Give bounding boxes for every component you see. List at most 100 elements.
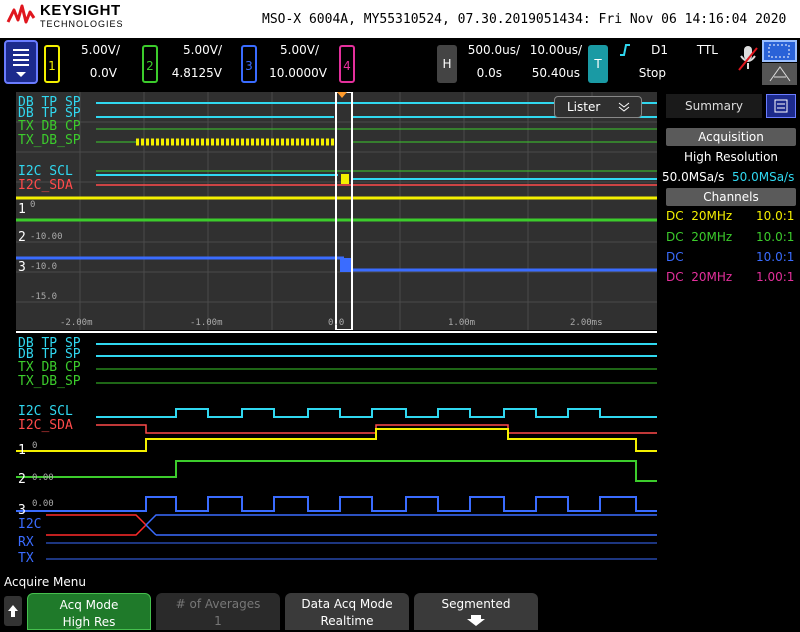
lower-ch2-label: 2 bbox=[18, 472, 26, 487]
trigger-level: TTL bbox=[696, 43, 718, 57]
brand-name: KEYSIGHT bbox=[40, 2, 121, 19]
data-acq-mode-softkey[interactable]: Data Acq Mode Realtime bbox=[285, 593, 409, 630]
ch2-probe: 10.0:1 bbox=[756, 230, 795, 244]
upper-y-tick-0: 0 bbox=[30, 200, 36, 210]
lower-serial-tx-label: TX bbox=[18, 551, 34, 566]
chevron-down-icon bbox=[618, 102, 630, 112]
ch1-coupling: DC bbox=[666, 209, 684, 223]
sample-rate-1: 50.0MSa/s bbox=[662, 170, 725, 184]
sample-interval: 10.00us/ bbox=[529, 43, 582, 57]
horizontal-scale: 500.0us/ bbox=[467, 43, 520, 57]
arrow-down-icon bbox=[467, 615, 485, 626]
lower-scl-text: I2C SCL bbox=[18, 404, 73, 419]
ch2-row: DC 20MHz bbox=[666, 230, 732, 244]
acquisition-mode: High Resolution bbox=[683, 150, 779, 164]
horizontal-key: H bbox=[442, 57, 452, 71]
lower-y-tick-2: 0.00 bbox=[32, 499, 54, 509]
ch2-coupling: DC bbox=[666, 230, 684, 244]
sample-rate-2: 50.0MSa/s bbox=[732, 170, 795, 184]
left-label-strip bbox=[0, 92, 15, 570]
ch4-row: DC 20MHz bbox=[666, 270, 732, 284]
lower-y-tick-1: 0.00 bbox=[32, 473, 54, 483]
main-waveform-area[interactable]: DB TP SP DB TP SP TX DB CP TX_DB_SP I2C … bbox=[16, 91, 657, 331]
segmented-label: Segmented bbox=[441, 597, 511, 611]
time-reference: 50.40us bbox=[531, 66, 580, 80]
acquire-menu-title: Acquire Menu bbox=[4, 575, 86, 589]
lower-i2c-sda-label: I2C_SDA bbox=[18, 418, 73, 433]
trigger-mode: Stop bbox=[638, 66, 666, 80]
main-menu-button[interactable] bbox=[4, 40, 38, 84]
upper-waveforms bbox=[16, 91, 657, 331]
list-icon bbox=[774, 99, 788, 113]
back-button[interactable] bbox=[4, 596, 22, 626]
upper-sda-text: I2C_SDA bbox=[18, 178, 73, 193]
zoom-box-button[interactable] bbox=[762, 40, 797, 62]
data-acq-value: Realtime bbox=[320, 614, 374, 628]
trigger-key: T bbox=[594, 57, 602, 71]
rising-edge-icon bbox=[620, 44, 630, 56]
ch4-bw: 20MHz bbox=[691, 270, 733, 284]
upper-digital-label-d5: TX_DB_SP bbox=[18, 133, 81, 148]
upper-ch2-label: 2 bbox=[18, 230, 26, 245]
microphone-icon[interactable] bbox=[737, 44, 759, 74]
lister-button[interactable]: Lister bbox=[554, 96, 642, 118]
menu-list-icon bbox=[13, 49, 29, 77]
averages-label: # of Averages bbox=[175, 597, 261, 611]
segmented-softkey[interactable]: Segmented bbox=[414, 593, 538, 630]
zoom-waveform-area[interactable]: DB TP SP DB TP SP TX DB CP TX_DB_SP I2C … bbox=[16, 333, 657, 571]
channel-bar bbox=[0, 38, 800, 90]
summary-panel: Summary Acquisition High Resolution 50.0… bbox=[662, 92, 800, 570]
ch1-bw: 20MHz bbox=[691, 209, 733, 223]
panel-menu-button[interactable] bbox=[766, 94, 796, 118]
ch1-probe: 10.0:1 bbox=[756, 209, 795, 223]
lower-i2c-scl-label: I2C SCL bbox=[18, 404, 73, 419]
lower-sda-text: I2C_SDA bbox=[18, 418, 73, 433]
summary-tab[interactable]: Summary bbox=[666, 94, 762, 118]
ch3-coupling: DC bbox=[666, 250, 684, 264]
upper-d5-text: TX_DB_SP bbox=[18, 133, 81, 148]
upper-x-tick-2: 0.0 bbox=[328, 318, 345, 328]
upper-y-tick-1: -10.00 bbox=[30, 232, 63, 242]
averages-value: 1 bbox=[214, 614, 222, 628]
upper-y-tick-2: -10.0 bbox=[30, 262, 58, 272]
upper-x-tick-0: -2.00m bbox=[60, 318, 93, 328]
channel-1-num: 1 bbox=[48, 59, 56, 73]
lower-digital-label-d5: TX_DB_SP bbox=[18, 374, 81, 389]
keysight-logo-icon bbox=[6, 4, 36, 24]
lower-ch1-label: 1 bbox=[18, 443, 26, 458]
gesture-button[interactable] bbox=[762, 63, 797, 85]
channel-1-button[interactable]: 1 bbox=[44, 45, 60, 83]
lower-waveforms bbox=[16, 343, 657, 560]
acq-mode-softkey[interactable]: Acq Mode High Res bbox=[27, 593, 151, 630]
lower-serial-s2-label: RX bbox=[18, 535, 34, 550]
channel-3-num: 3 bbox=[245, 59, 253, 73]
ch4-probe: 1.00:1 bbox=[756, 270, 795, 284]
header-bar: KEYSIGHT TECHNOLOGIES MSO-X 6004A, MY553… bbox=[0, 0, 800, 38]
channel-3-button[interactable]: 3 bbox=[241, 45, 257, 83]
lower-d5-text: TX_DB_SP bbox=[18, 374, 81, 389]
upper-y-tick-3: -15.0 bbox=[30, 292, 58, 302]
horizontal-button[interactable]: H bbox=[437, 45, 457, 83]
upper-x-tick-3: 1.00m bbox=[448, 318, 476, 328]
upper-d4-text: TX DB CP bbox=[18, 119, 81, 134]
ch2-bw: 20MHz bbox=[691, 230, 733, 244]
data-acq-label: Data Acq Mode bbox=[301, 597, 393, 611]
ch1-row: DC 20MHz bbox=[666, 209, 732, 223]
channel-2-button[interactable]: 2 bbox=[142, 45, 158, 83]
upper-ch1-label: 1 bbox=[18, 202, 26, 217]
lower-digital-label-d4: TX DB CP bbox=[18, 360, 81, 375]
channel-4-button[interactable]: 4 bbox=[339, 45, 355, 83]
model-info: MSO-X 6004A, MY55310524, 07.30.201905143… bbox=[262, 12, 787, 27]
channel-3-scale: 5.00V/ bbox=[280, 43, 319, 57]
trigger-button[interactable]: T bbox=[588, 45, 608, 83]
trigger-source: D1 bbox=[651, 43, 668, 57]
lister-label: Lister bbox=[567, 100, 601, 114]
channel-1-scale: 5.00V/ bbox=[81, 43, 120, 57]
lower-serial-s1-label: I2C bbox=[18, 517, 42, 532]
ch4-coupling: DC bbox=[666, 270, 684, 284]
acq-mode-label: Acq Mode bbox=[59, 598, 119, 612]
averages-softkey[interactable]: # of Averages 1 bbox=[156, 593, 280, 630]
channel-1-offset: 0.0V bbox=[89, 66, 117, 80]
upper-x-tick-1: -1.00m bbox=[190, 318, 223, 328]
channel-2-scale: 5.00V/ bbox=[183, 43, 222, 57]
